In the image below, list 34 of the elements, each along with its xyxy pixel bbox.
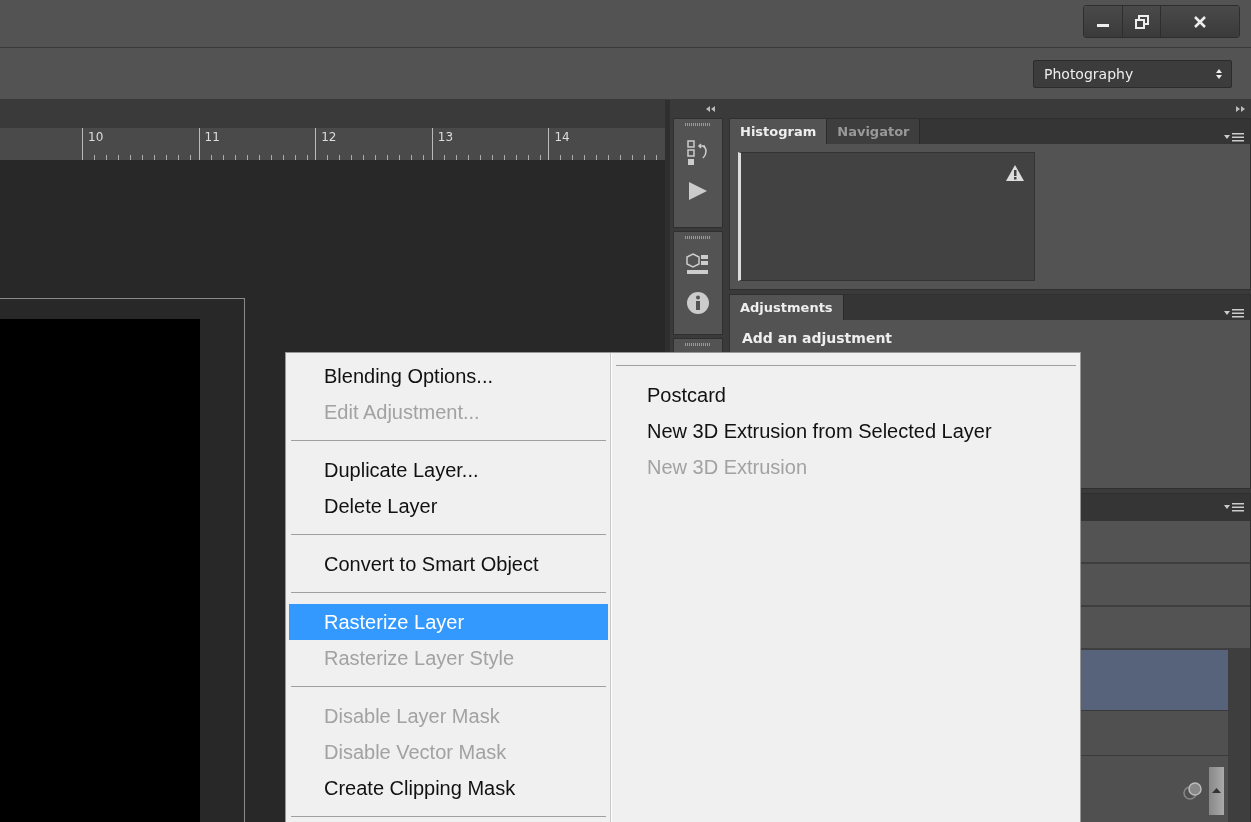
panel-menu-icon[interactable]: [1224, 501, 1244, 514]
history-icon[interactable]: [687, 140, 709, 166]
panel-tab[interactable]: Adjustments: [730, 295, 844, 320]
panel-menu-icon[interactable]: [1224, 132, 1244, 144]
menu-item[interactable]: Delete Layer: [289, 488, 608, 524]
close-button[interactable]: [1160, 6, 1239, 37]
warning-icon: [1006, 165, 1024, 181]
menu-item[interactable]: Blending Options...: [289, 358, 608, 394]
stepper-icon: [1215, 67, 1223, 80]
menu-item[interactable]: Duplicate Layer...: [289, 452, 608, 488]
play-icon[interactable]: [687, 180, 709, 202]
minimize-icon: [1097, 24, 1109, 27]
grip-icon: [685, 236, 711, 239]
restore-button[interactable]: [1122, 6, 1160, 37]
grip-icon: [685, 343, 711, 346]
collapse-icon[interactable]: [706, 106, 715, 112]
menu-item[interactable]: Create Clipping Mask: [289, 770, 608, 806]
menu-item[interactable]: New 3D Extrusion from Selected Layer: [616, 413, 1076, 449]
close-icon: [1193, 14, 1207, 29]
minimize-button[interactable]: [1084, 6, 1122, 37]
link-circles-icon: [1183, 781, 1203, 800]
restore-icon: [1134, 14, 1149, 29]
panel-heading: Add an adjustment: [741, 329, 894, 348]
panel-tab[interactable]: Histogram: [730, 119, 828, 144]
panel-menu-icon[interactable]: [1224, 308, 1244, 320]
expand-icon[interactable]: [1236, 106, 1245, 112]
menu-item[interactable]: Postcard: [616, 377, 1076, 413]
info-icon[interactable]: [686, 291, 710, 315]
workspace-dropdown[interactable]: Photography: [1033, 59, 1232, 88]
grip-icon: [685, 123, 711, 126]
3d-icon[interactable]: [686, 253, 710, 277]
menu-item[interactable]: Convert to Smart Object: [289, 546, 608, 582]
panel-tab[interactable]: Navigator: [827, 119, 921, 144]
scroll-thumb[interactable]: [1209, 766, 1224, 815]
